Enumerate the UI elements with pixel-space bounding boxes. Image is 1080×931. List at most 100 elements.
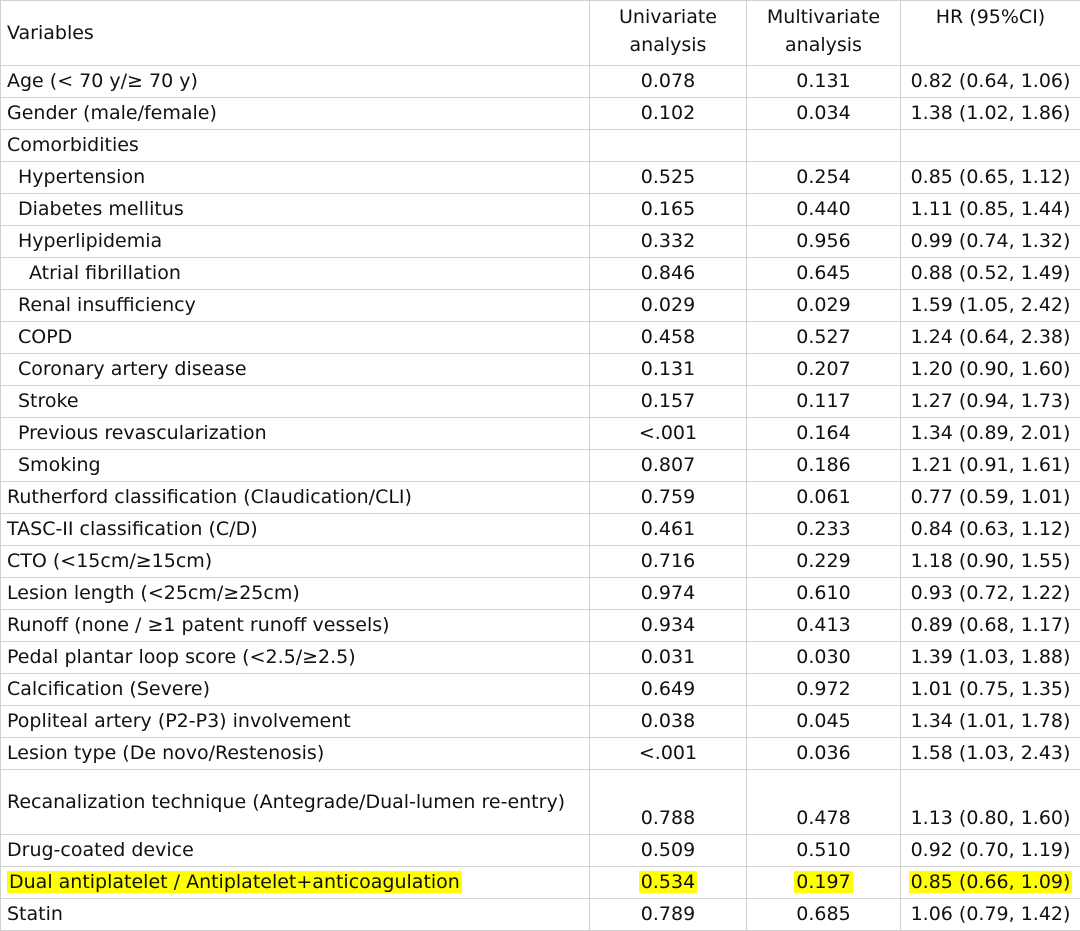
univariate-p: 0.102 [590, 98, 747, 130]
header-row: Variables Univariateanalysis Multivariat… [1, 1, 1080, 66]
univariate-p: 0.078 [590, 66, 747, 98]
row-label: COPD [1, 322, 590, 354]
header-multivariate: Multivariateanalysis [747, 1, 901, 66]
univariate-p: <.001 [590, 738, 747, 770]
hazard-ratio: 1.06 (0.79, 1.42) [901, 899, 1080, 931]
hazard-ratio: 0.77 (0.59, 1.01) [901, 482, 1080, 514]
univariate-p: <.001 [590, 418, 747, 450]
univariate-p: 0.332 [590, 226, 747, 258]
table-row: Atrial fibrillation0.8460.6450.88 (0.52,… [1, 258, 1080, 290]
hazard-ratio: 0.85 (0.66, 1.09) [909, 871, 1073, 893]
univariate-p: 0.031 [590, 642, 747, 674]
table-row: Hypertension0.5250.2540.85 (0.65, 1.12) [1, 162, 1080, 194]
univariate-p: 0.934 [590, 610, 747, 642]
univariate-p: 0.131 [590, 354, 747, 386]
multivariate-p: 0.478 [747, 770, 901, 835]
hazard-ratio: 0.99 (0.74, 1.32) [901, 226, 1080, 258]
hazard-ratio: 0.93 (0.72, 1.22) [901, 578, 1080, 610]
row-label: TASC-II classification (C/D) [1, 514, 590, 546]
table-row: Previous revascularization<.0010.1641.34… [1, 418, 1080, 450]
row-label: Dual antiplatelet / Antiplatelet+anticoa… [7, 871, 462, 893]
univariate-p: 0.038 [590, 706, 747, 738]
hazard-ratio: 1.18 (0.90, 1.55) [901, 546, 1080, 578]
univariate-p [590, 130, 747, 162]
univariate-p: 0.649 [590, 674, 747, 706]
multivariate-p: 0.510 [747, 835, 901, 867]
multivariate-p: 0.117 [747, 386, 901, 418]
row-label: Recanalization technique (Antegrade/Dual… [1, 770, 590, 835]
section-label: Comorbidities [1, 130, 590, 162]
hazard-ratio: 1.38 (1.02, 1.86) [901, 98, 1080, 130]
row-label: CTO (<15cm/≥15cm) [1, 546, 590, 578]
multivariate-p: 0.045 [747, 706, 901, 738]
table-row-highlighted: Dual antiplatelet / Antiplatelet+anticoa… [1, 867, 1080, 899]
multivariate-p: 0.229 [747, 546, 901, 578]
hazard-ratio-cell: 0.85 (0.66, 1.09) [901, 867, 1080, 899]
regression-table: Variables Univariateanalysis Multivariat… [0, 0, 1080, 931]
hazard-ratio: 1.34 (1.01, 1.78) [901, 706, 1080, 738]
univariate-p: 0.525 [590, 162, 747, 194]
hazard-ratio: 1.01 (0.75, 1.35) [901, 674, 1080, 706]
hazard-ratio: 1.27 (0.94, 1.73) [901, 386, 1080, 418]
row-label: Runoff (none / ≥1 patent runoff vessels) [1, 610, 590, 642]
hazard-ratio: 0.88 (0.52, 1.49) [901, 258, 1080, 290]
hazard-ratio: 1.11 (0.85, 1.44) [901, 194, 1080, 226]
univariate-p: 0.807 [590, 450, 747, 482]
univariate-p: 0.534 [639, 871, 697, 893]
row-label: Calcification (Severe) [1, 674, 590, 706]
univariate-p: 0.458 [590, 322, 747, 354]
multivariate-p: 0.413 [747, 610, 901, 642]
multivariate-p: 0.029 [747, 290, 901, 322]
multivariate-p: 0.131 [747, 66, 901, 98]
row-label: Hypertension [1, 162, 590, 194]
table-row: Coronary artery disease0.1310.2071.20 (0… [1, 354, 1080, 386]
row-label: Stroke [1, 386, 590, 418]
header-multivariate-line1: Multivariate [767, 6, 880, 28]
header-univariate-line2: analysis [630, 34, 707, 56]
row-label: Diabetes mellitus [1, 194, 590, 226]
univariate-p: 0.029 [590, 290, 747, 322]
row-label: Age (< 70 y/≥ 70 y) [1, 66, 590, 98]
header-variables: Variables [1, 1, 590, 66]
row-label: Lesion length (<25cm/≥25cm) [1, 578, 590, 610]
hazard-ratio: 0.89 (0.68, 1.17) [901, 610, 1080, 642]
row-label: Statin [1, 899, 590, 931]
row-label: Popliteal artery (P2-P3) involvement [1, 706, 590, 738]
row-label: Atrial fibrillation [1, 258, 590, 290]
multivariate-p-cell: 0.197 [747, 867, 901, 899]
hazard-ratio: 1.20 (0.90, 1.60) [901, 354, 1080, 386]
univariate-p: 0.789 [590, 899, 747, 931]
multivariate-p: 0.440 [747, 194, 901, 226]
multivariate-p: 0.197 [794, 871, 852, 893]
hazard-ratio: 0.82 (0.64, 1.06) [901, 66, 1080, 98]
row-label: Drug-coated device [1, 835, 590, 867]
multivariate-p: 0.254 [747, 162, 901, 194]
multivariate-p: 0.207 [747, 354, 901, 386]
multivariate-p: 0.956 [747, 226, 901, 258]
row-label: Previous revascularization [1, 418, 590, 450]
table-row: Statin0.7890.6851.06 (0.79, 1.42) [1, 899, 1080, 931]
table-row: Stroke0.1570.1171.27 (0.94, 1.73) [1, 386, 1080, 418]
hazard-ratio: 0.92 (0.70, 1.19) [901, 835, 1080, 867]
table-row: Lesion type (De novo/Restenosis)<.0010.0… [1, 738, 1080, 770]
row-label: Renal insufficiency [1, 290, 590, 322]
hazard-ratio: 1.34 (0.89, 2.01) [901, 418, 1080, 450]
row-label: Rutherford classification (Claudication/… [1, 482, 590, 514]
hazard-ratio: 1.39 (1.03, 1.88) [901, 642, 1080, 674]
hazard-ratio: 0.84 (0.63, 1.12) [901, 514, 1080, 546]
row-label: Hyperlipidemia [1, 226, 590, 258]
header-hr: HR (95%CI) [901, 1, 1080, 66]
univariate-p: 0.974 [590, 578, 747, 610]
hazard-ratio: 1.21 (0.91, 1.61) [901, 450, 1080, 482]
row-label: Lesion type (De novo/Restenosis) [1, 738, 590, 770]
multivariate-p: 0.972 [747, 674, 901, 706]
table-row: Popliteal artery (P2-P3) involvement0.03… [1, 706, 1080, 738]
table-header: Variables Univariateanalysis Multivariat… [1, 1, 1080, 66]
row-label: Smoking [1, 450, 590, 482]
hazard-ratio: 1.58 (1.03, 2.43) [901, 738, 1080, 770]
multivariate-p: 0.030 [747, 642, 901, 674]
table-row: Hyperlipidemia0.3320.9560.99 (0.74, 1.32… [1, 226, 1080, 258]
multivariate-p: 0.233 [747, 514, 901, 546]
hazard-ratio [901, 130, 1080, 162]
table-row-section: Comorbidities [1, 130, 1080, 162]
